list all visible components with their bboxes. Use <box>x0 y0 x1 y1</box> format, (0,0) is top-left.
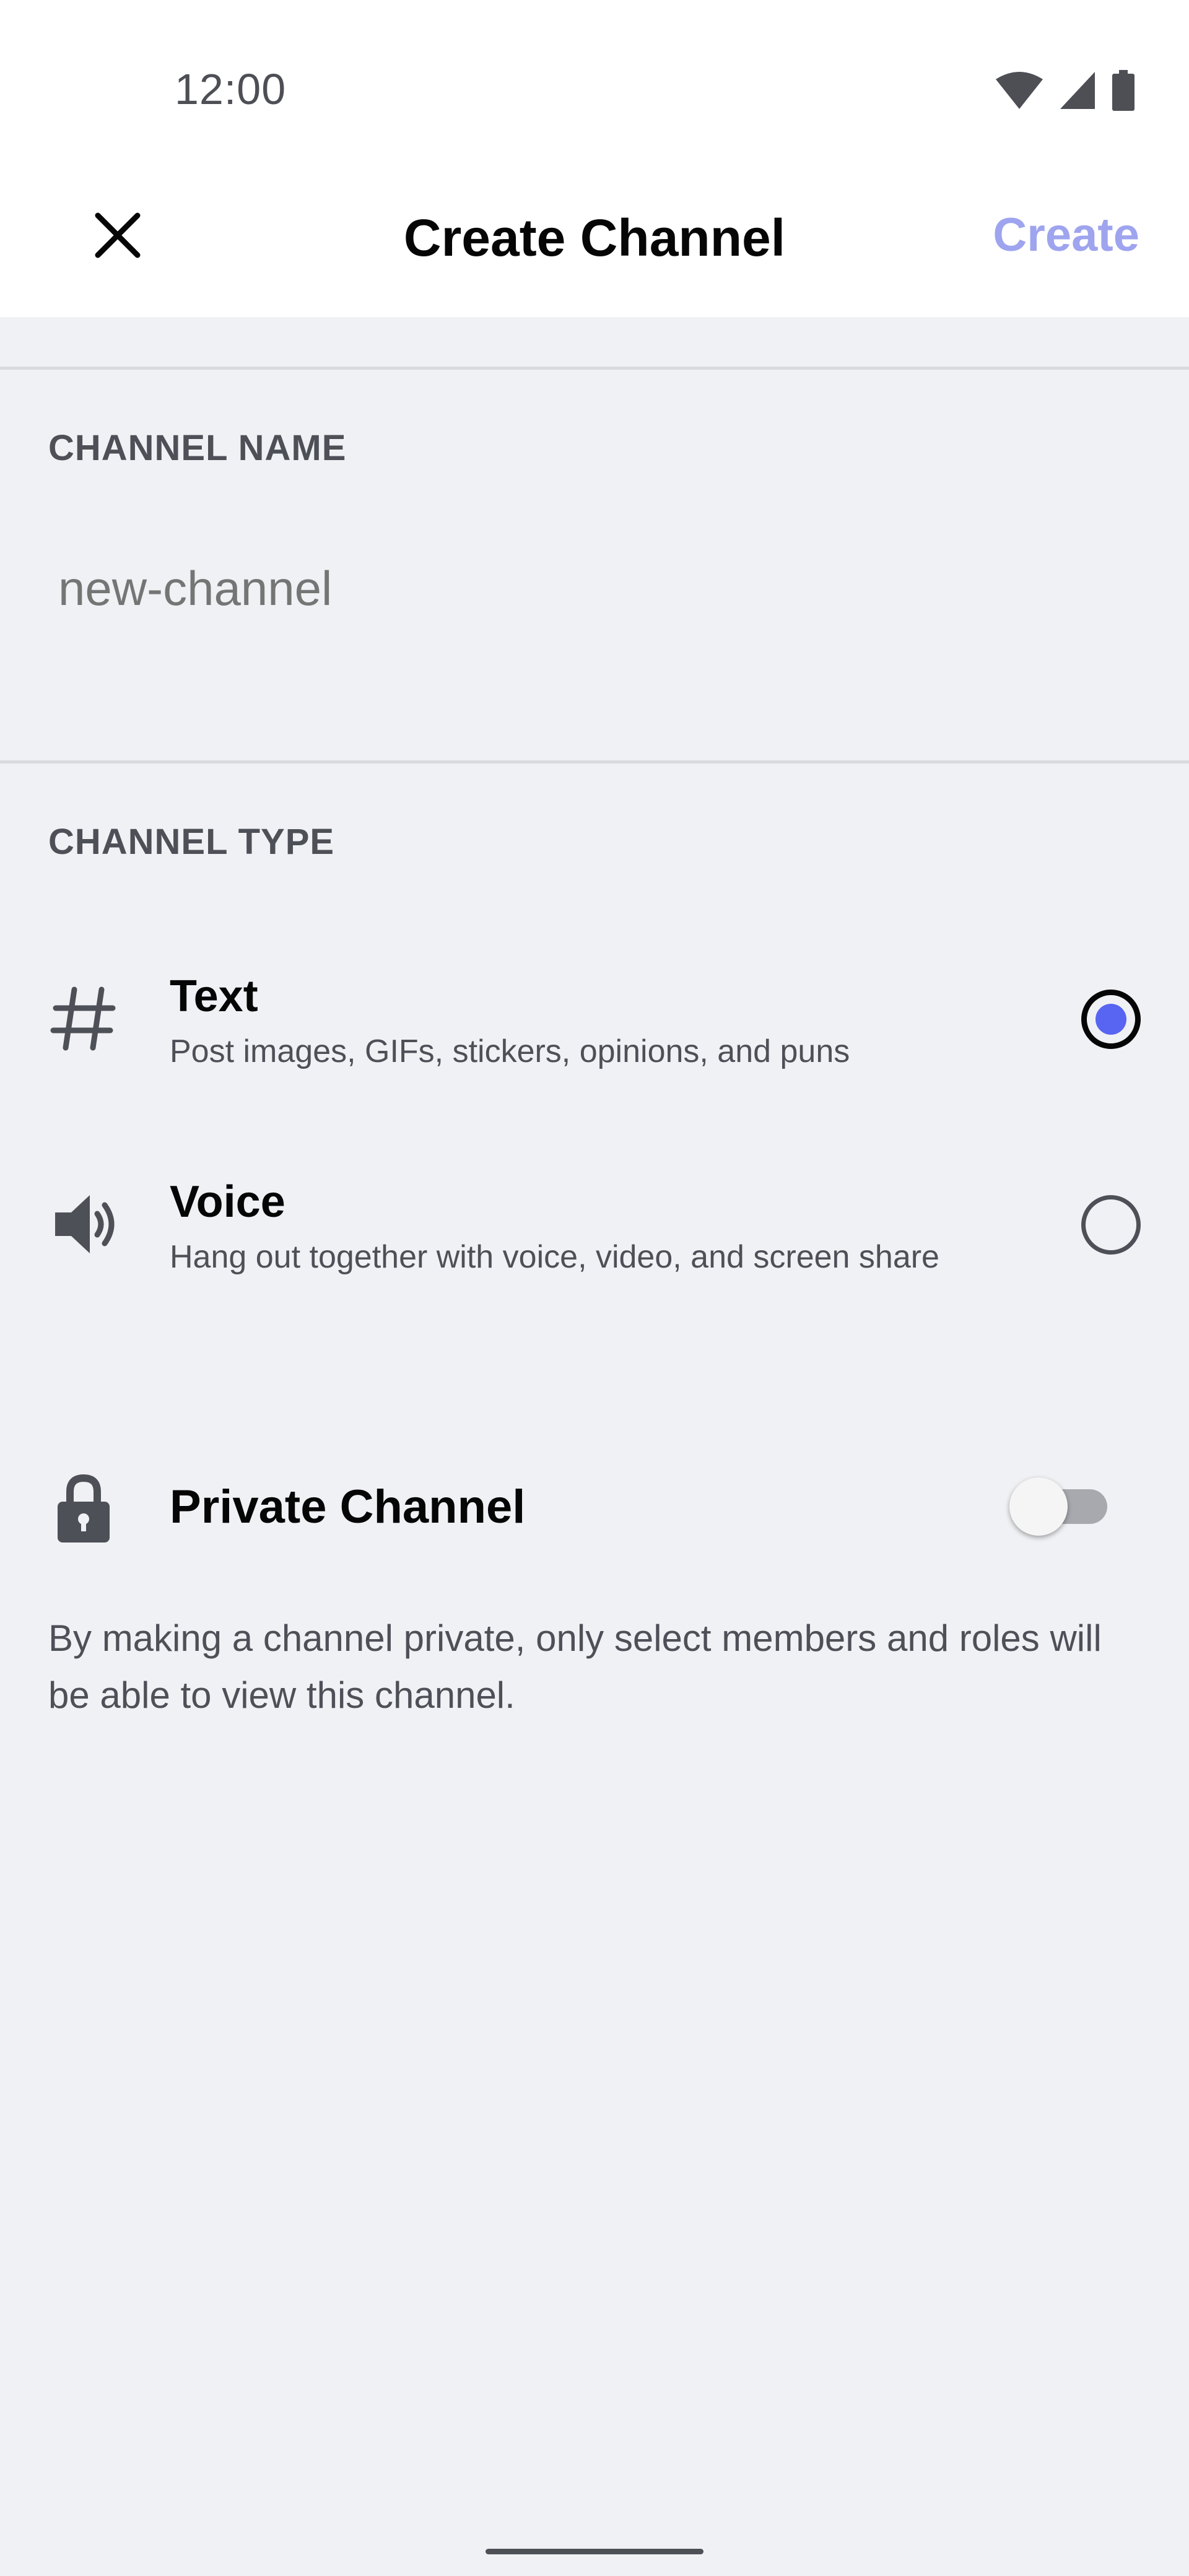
channel-type-option-text[interactable]: Text Post images, GIFs, stickers, opinio… <box>0 941 1189 1096</box>
status-icons <box>995 68 1136 113</box>
divider <box>0 367 1189 370</box>
toggle-knob <box>1009 1477 1068 1536</box>
private-channel-label: Private Channel <box>170 1481 526 1533</box>
status-bar: 12:00 <box>0 0 1189 173</box>
private-channel-toggle[interactable] <box>1009 1474 1108 1536</box>
channel-name-input[interactable] <box>57 560 1112 617</box>
divider <box>0 760 1189 764</box>
hash-icon <box>43 978 124 1059</box>
option-title: Voice <box>170 1177 285 1227</box>
option-description: Post images, GIFs, stickers, opinions, a… <box>170 1033 850 1069</box>
option-title: Text <box>170 972 258 1021</box>
lock-icon <box>43 1468 124 1548</box>
option-description: Hang out together with voice, video, and… <box>170 1239 939 1275</box>
home-indicator[interactable] <box>486 2549 703 2554</box>
radio-button-voice[interactable] <box>1081 1195 1141 1255</box>
status-time: 12:00 <box>175 65 287 113</box>
battery-icon <box>1112 70 1135 111</box>
radio-button-text[interactable] <box>1081 990 1141 1049</box>
create-button[interactable]: Create <box>993 208 1139 262</box>
channel-type-label: CHANNEL TYPE <box>48 822 335 862</box>
radio-selected-dot <box>1095 1004 1126 1035</box>
speaker-icon <box>43 1184 124 1264</box>
wifi-icon <box>996 72 1043 109</box>
channel-name-label: CHANNEL NAME <box>48 428 347 468</box>
channel-type-option-voice[interactable]: Voice Hang out together with voice, vide… <box>0 1147 1189 1302</box>
private-channel-help-text: By making a channel private, only select… <box>48 1617 1102 1716</box>
cell-signal-icon <box>1060 72 1095 109</box>
